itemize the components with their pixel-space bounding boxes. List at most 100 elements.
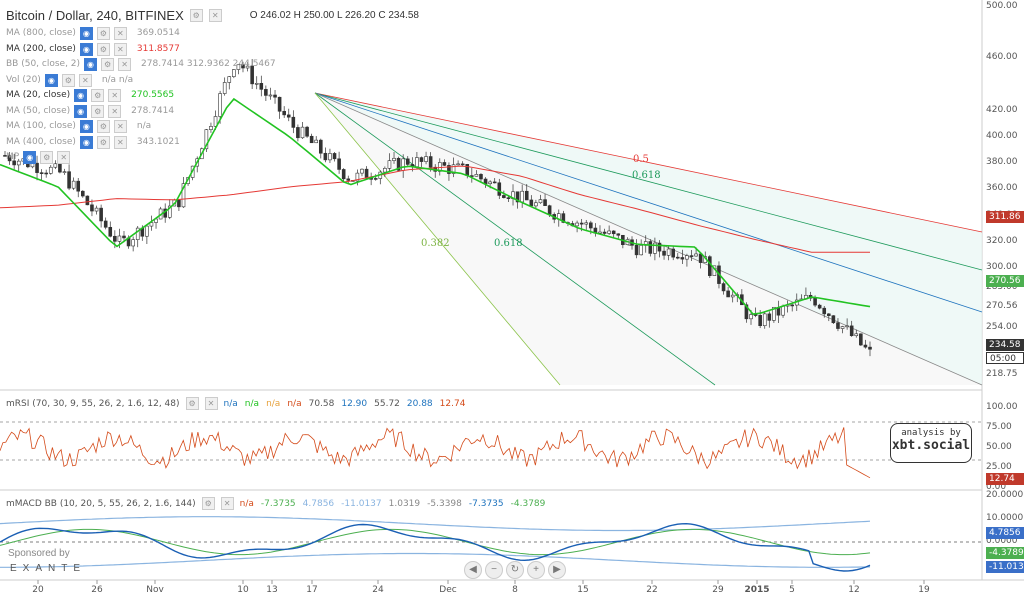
legend-row[interactable]: MA (50, close) ◉ ⚙ ✕ 278.7414 <box>6 104 276 120</box>
close-icon[interactable]: ✕ <box>208 9 222 22</box>
legend-label: MA (200, close) <box>6 43 76 54</box>
legend-row[interactable]: MA (20, close) ◉ ⚙ ✕ 270.5565 <box>6 88 276 104</box>
candle-body <box>671 248 676 258</box>
sponsor-brand[interactable]: EXANTE <box>10 563 86 574</box>
candle-body <box>662 250 666 256</box>
candle-body <box>479 174 483 180</box>
visibility-icon[interactable]: ◉ <box>44 73 58 87</box>
visibility-icon[interactable]: ◉ <box>79 120 93 134</box>
candle-body <box>415 157 419 167</box>
legend-row[interactable]: MA (100, close) ◉ ⚙ ✕ n/a <box>6 119 276 135</box>
settings-icon[interactable]: ⚙ <box>101 58 115 72</box>
candle-body <box>579 222 584 225</box>
candle-body <box>383 168 387 173</box>
rsi-values: n/a n/a n/a n/a 70.58 12.90 55.72 20.88 12.74 <box>224 399 473 409</box>
candle-body <box>543 199 547 206</box>
settings-icon[interactable]: ⚙ <box>189 9 203 22</box>
close-icon[interactable]: ✕ <box>57 151 71 165</box>
candle-body <box>373 178 378 180</box>
rsi-value: 55.72 <box>374 398 400 409</box>
close-icon[interactable]: ✕ <box>78 73 92 87</box>
visibility-icon[interactable]: ◉ <box>84 58 98 72</box>
candle-body <box>177 199 181 208</box>
macd-value: -7.3735 <box>260 498 296 509</box>
candle-body <box>318 139 323 154</box>
macd-title-text[interactable]: mMACD BB (10, 20, 5, 55, 26, 2, 1.6, 144… <box>6 499 196 509</box>
candle-body <box>726 290 730 298</box>
scroll-left-icon[interactable]: ◀ <box>464 561 482 579</box>
symbol-title[interactable]: Bitcoin / Dollar, 240, BITFINEX <box>6 8 184 23</box>
sponsor-label: Sponsored by <box>8 548 70 559</box>
candle-body <box>48 166 53 174</box>
settings-icon[interactable]: ⚙ <box>96 135 110 149</box>
close-badge: 234.58 <box>986 339 1024 351</box>
candle-body <box>529 199 534 207</box>
watermark-line1: analysis by <box>901 428 961 438</box>
zoom-out-icon[interactable]: − <box>485 561 503 579</box>
visibility-icon[interactable]: ◉ <box>23 151 37 165</box>
close-icon[interactable]: ✕ <box>113 120 127 134</box>
chart-navigation: ◀ − ↻ + ▶ <box>464 561 566 579</box>
legend-value: 278.7414 312.9362 244.5467 <box>141 59 276 70</box>
settings-icon[interactable]: ⚙ <box>96 120 110 134</box>
indicator-legend: MA (800, close) ◉ ⚙ ✕ 369.0514 MA (200, close… <box>6 26 276 166</box>
legend-row[interactable]: BB (50, close, 2) ◉ ⚙ ✕ 278.7414 312.9362 24… <box>6 57 276 73</box>
candle-body <box>648 241 653 254</box>
visibility-icon[interactable]: ◉ <box>79 42 93 56</box>
candle-body <box>689 255 694 257</box>
rsi-value: 12.90 <box>341 398 368 409</box>
close-icon[interactable]: ✕ <box>113 27 127 41</box>
close-icon[interactable]: ✕ <box>113 42 127 56</box>
scroll-right-icon[interactable]: ▶ <box>548 561 566 579</box>
fib-label-0618-lower: 0.618 <box>494 238 523 249</box>
candle-body <box>584 222 589 225</box>
candle-body <box>341 169 346 180</box>
settings-icon[interactable]: ⚙ <box>96 27 110 41</box>
time-tick-label: Nov <box>146 585 164 595</box>
settings-icon[interactable]: ⚙ <box>91 89 105 103</box>
macd-close-icon[interactable]: ✕ <box>220 497 234 510</box>
candle-body <box>634 245 639 256</box>
macd-tick-label: 20.0000 <box>986 490 1024 500</box>
close-icon[interactable]: ✕ <box>108 104 122 118</box>
time-tick-label: 10 <box>237 585 249 595</box>
macd-settings-icon[interactable]: ⚙ <box>201 497 215 510</box>
settings-icon[interactable]: ⚙ <box>91 104 105 118</box>
legend-row[interactable]: MA (200, close) ◉ ⚙ ✕ 311.8577 <box>6 42 276 58</box>
candle-body <box>538 199 543 204</box>
candle-body <box>817 304 822 309</box>
settings-icon[interactable]: ⚙ <box>96 42 110 56</box>
settings-icon[interactable]: ⚙ <box>40 151 54 165</box>
watermark-line2: xbt.social <box>891 438 971 453</box>
settings-icon[interactable]: ⚙ <box>61 73 75 87</box>
candle-body <box>831 315 836 324</box>
candle-body <box>90 204 94 212</box>
legend-row[interactable]: Vol (20) ◉ ⚙ ✕ n/a n/a <box>6 73 276 89</box>
candle-body <box>534 202 538 207</box>
rsi-close-icon[interactable]: ✕ <box>204 397 218 410</box>
reset-icon[interactable]: ↻ <box>506 561 524 579</box>
visibility-icon[interactable]: ◉ <box>79 27 93 41</box>
rsi-settings-icon[interactable]: ⚙ <box>185 397 199 410</box>
candle-body <box>300 126 305 139</box>
macd-value: -7.3735 <box>468 498 504 509</box>
visibility-icon[interactable]: ◉ <box>79 135 93 149</box>
candle-body <box>323 152 328 161</box>
close-icon[interactable]: ✕ <box>108 89 122 103</box>
zoom-in-icon[interactable]: + <box>527 561 545 579</box>
legend-row[interactable]: MA (800, close) ◉ ⚙ ✕ 369.0514 <box>6 26 276 42</box>
candle-body <box>708 256 712 276</box>
visibility-icon[interactable]: ◉ <box>74 89 88 103</box>
candle-body <box>94 207 99 212</box>
fib-label-1: 1 <box>626 238 633 249</box>
legend-row[interactable]: MA (400, close) ◉ ⚙ ✕ 343.1021 <box>6 135 276 151</box>
legend-row[interactable]: MP ◉ ⚙ ✕ <box>6 150 276 166</box>
rsi-title-text[interactable]: mRSI (70, 30, 9, 55, 26, 2, 1.6, 12, 48) <box>6 399 180 409</box>
close-icon[interactable]: ✕ <box>113 135 127 149</box>
price-tick-label: 254.00 <box>986 322 1018 333</box>
candle-body <box>575 222 579 227</box>
close-icon[interactable]: ✕ <box>118 58 132 72</box>
ma200-badge: 311.86 <box>986 211 1024 223</box>
visibility-icon[interactable]: ◉ <box>74 104 88 118</box>
candle-body <box>666 248 671 256</box>
